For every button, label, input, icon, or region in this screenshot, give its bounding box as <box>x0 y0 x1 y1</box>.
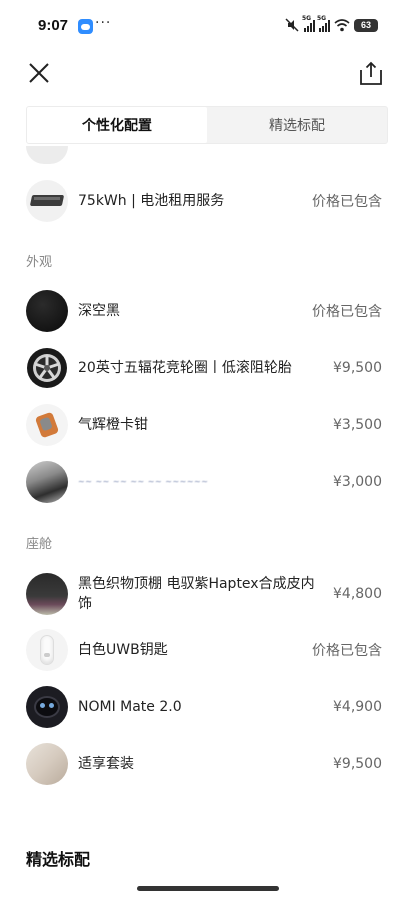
item-name: NOMI Mate 2.0 <box>78 699 182 715</box>
item-name: ~~ ~~ ~~ ~~ ~~ ~~~~~~ <box>78 477 209 486</box>
list-item-nomi[interactable]: NOMI Mate 2.0 ¥4,900 <box>26 685 382 729</box>
key-fob-thumbnail <box>26 629 68 671</box>
item-name: 适享套装 <box>78 756 134 772</box>
close-icon <box>29 63 49 83</box>
item-name: 白色UWB钥匙 <box>78 642 168 658</box>
item-price: 价格已包含 <box>312 643 382 659</box>
list-item-comfort-package[interactable]: 适享套装 ¥9,500 <box>26 742 382 786</box>
item-name: 75kWh | 电池租用服务 <box>78 193 225 209</box>
exterior-option-thumbnail <box>26 461 68 503</box>
item-name: 20英寸五辐花竞轮圈丨低滚阻轮胎 <box>78 360 292 376</box>
item-name: 气辉橙卡钳 <box>78 417 148 433</box>
item-price: ¥3,000 <box>333 474 382 490</box>
section-header-exterior: 外观 <box>26 255 53 270</box>
signal-5g-icon: 5G <box>302 15 315 32</box>
paint-swatch-thumbnail <box>26 290 68 332</box>
share-icon <box>360 61 382 85</box>
scrolled-item-thumbnail <box>26 146 68 164</box>
app-notification-icon <box>78 19 93 34</box>
battery-pack-thumbnail <box>26 180 68 222</box>
list-item-interior[interactable]: 黑色织物顶棚 电驭紫Haptex合成皮内饰 ¥4,800 <box>26 571 382 617</box>
item-price: ¥4,900 <box>333 699 382 715</box>
list-item-calipers[interactable]: 气辉橙卡钳 ¥3,500 <box>26 403 382 447</box>
tab-standard-features[interactable]: 精选标配 <box>207 107 387 143</box>
comfort-package-thumbnail <box>26 743 68 785</box>
section-title-standard-features: 精选标配 <box>26 850 91 869</box>
close-button[interactable] <box>26 60 52 86</box>
status-icons: 5G 5G 63 <box>284 15 378 32</box>
item-name: 黑色织物顶棚 电驭紫Haptex合成皮内饰 <box>78 576 315 612</box>
battery-icon: 63 <box>354 18 378 32</box>
share-button[interactable] <box>358 60 384 86</box>
config-tabs: 个性化配置 精选标配 <box>26 106 388 144</box>
section-header-cabin: 座舱 <box>26 537 53 552</box>
item-price: ¥9,500 <box>333 756 382 772</box>
item-name: 深空黑 <box>78 303 120 319</box>
home-indicator[interactable] <box>137 886 279 891</box>
item-price: ¥4,800 <box>333 586 382 602</box>
list-item-key[interactable]: 白色UWB钥匙 价格已包含 <box>26 628 382 672</box>
list-item-battery[interactable]: 75kWh | 电池租用服务 价格已包含 <box>26 179 382 223</box>
nomi-mate-thumbnail <box>26 686 68 728</box>
mute-icon <box>285 18 299 32</box>
item-price: ¥9,500 <box>333 360 382 376</box>
list-item-exterior-option[interactable]: ~~ ~~ ~~ ~~ ~~ ~~~~~~ ¥3,000 <box>26 460 382 504</box>
list-item-wheels[interactable]: 20英寸五辐花竞轮圈丨低滚阻轮胎 ¥9,500 <box>26 346 382 390</box>
item-price: ¥3,500 <box>333 417 382 433</box>
more-notifications-indicator: ··· <box>95 15 112 31</box>
status-bar: 9:07 ··· 5G 5G 63 <box>0 0 414 52</box>
item-price: 价格已包含 <box>312 304 382 320</box>
status-time: 9:07 <box>38 17 69 34</box>
item-price: 价格已包含 <box>312 194 382 210</box>
list-item-paint[interactable]: 深空黑 价格已包含 <box>26 289 382 333</box>
wifi-icon <box>334 18 350 31</box>
interior-thumbnail <box>26 573 68 615</box>
brake-caliper-thumbnail <box>26 404 68 446</box>
signal-5g-secondary-icon: 5G <box>317 15 330 32</box>
wheel-thumbnail <box>26 347 68 389</box>
tab-personalized-config[interactable]: 个性化配置 <box>27 107 207 143</box>
